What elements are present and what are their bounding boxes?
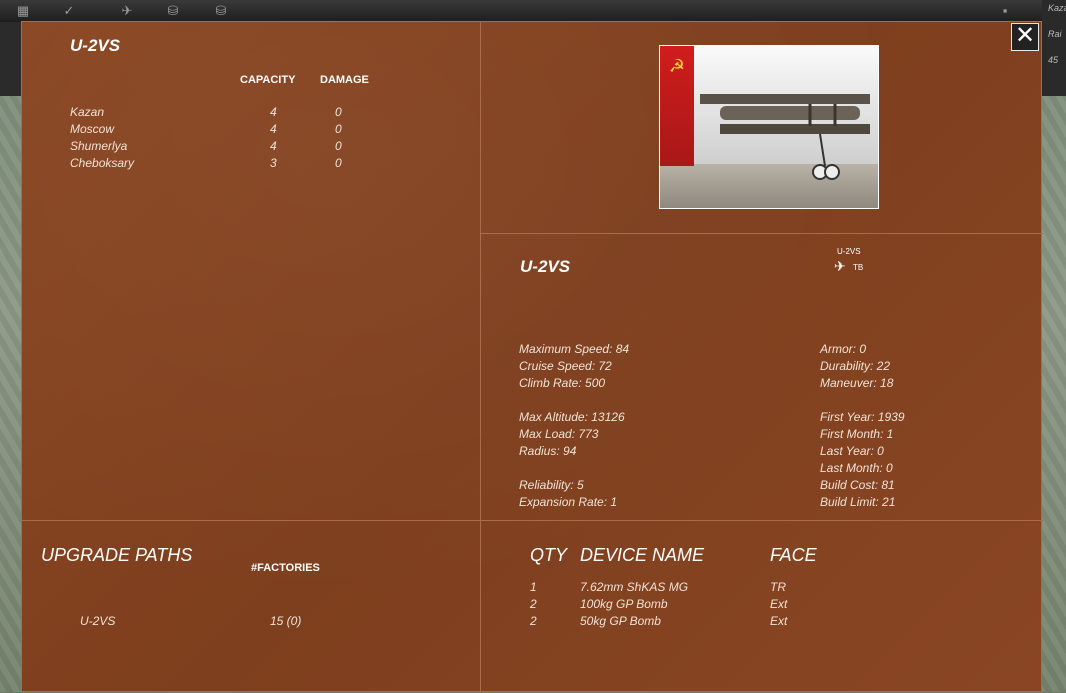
factory-damage: 0 xyxy=(335,122,342,136)
factory-capacity: 3 xyxy=(270,156,277,170)
stat-expansion-rate: Expansion Rate: 1 xyxy=(519,495,618,509)
stat-durability: Durability: 22 xyxy=(820,359,891,373)
stat-cruise-speed: Cruise Speed: 72 xyxy=(519,359,612,373)
stat-last-year: Last Year: 0 xyxy=(820,444,884,458)
device-qty: 1 xyxy=(530,580,537,594)
device-qty: 2 xyxy=(530,614,537,628)
qty-header: QTY xyxy=(530,545,568,565)
damage-header: DAMAGE xyxy=(320,74,369,86)
stat-last-month: Last Month: 0 xyxy=(820,461,893,475)
aircraft-photo: ☭ xyxy=(659,45,879,209)
checkmark-icon[interactable]: ✓ xyxy=(60,4,78,18)
right-info-strip: Kaza Rai 45 xyxy=(1042,0,1066,96)
factory-capacity: 4 xyxy=(270,122,277,136)
stats-panel-title: U-2VS xyxy=(520,257,571,276)
device-face: Ext xyxy=(770,597,788,611)
factory-name: Kazan xyxy=(70,105,105,119)
divider-vertical xyxy=(480,22,481,693)
plane-icon[interactable]: ✈ xyxy=(118,4,136,18)
device-face: Ext xyxy=(770,614,788,628)
device-name: 50kg GP Bomb xyxy=(580,614,661,628)
factory-name: Cheboksary xyxy=(70,156,135,170)
device-qty: 2 xyxy=(530,597,537,611)
stat-max-altitude: Max Altitude: 13126 xyxy=(519,410,625,424)
upgrade-path-factories: 15 (0) xyxy=(270,614,302,628)
device-name: 7.62mm ShKAS MG xyxy=(580,580,689,594)
factory-name: Shumerlya xyxy=(70,139,128,153)
factory-damage: 0 xyxy=(335,105,342,119)
stat-first-month: First Month: 1 xyxy=(820,427,894,441)
flag-icon[interactable]: ▪ xyxy=(996,4,1014,18)
stat-maneuver: Maneuver: 18 xyxy=(820,376,894,390)
divider-horizontal-bottom xyxy=(22,520,1043,521)
stat-climb-rate: Climb Rate: 500 xyxy=(519,376,606,390)
right-strip-text-2: Rai xyxy=(1048,29,1062,39)
top-toolbar: ▦ ✓ ✈ ⛁ ⛁ ▪ xyxy=(0,0,1066,22)
stat-first-year: First Year: 1939 xyxy=(820,410,905,424)
upgrade-paths-title: UPGRADE PATHS xyxy=(41,545,193,565)
factory-damage: 0 xyxy=(335,139,342,153)
factory-damage: 0 xyxy=(335,156,342,170)
factory-name: Moscow xyxy=(70,122,115,136)
disk-icon-2[interactable]: ⛁ xyxy=(212,4,230,18)
factory-capacity: 4 xyxy=(270,139,277,153)
soviet-flag-icon: ☭ xyxy=(660,46,694,166)
stat-build-cost: Build Cost: 81 xyxy=(820,478,895,492)
device-name: 100kg GP Bomb xyxy=(580,597,668,611)
stat-reliability: Reliability: 5 xyxy=(519,478,584,492)
grid-icon[interactable]: ▦ xyxy=(14,4,32,18)
disk-icon[interactable]: ⛁ xyxy=(164,4,182,18)
factory-panel-title: U-2VS xyxy=(70,36,121,55)
right-strip-text-3: 45 xyxy=(1048,55,1059,65)
stat-radius: Radius: 94 xyxy=(519,444,577,458)
badge-unit-type: TB xyxy=(853,263,864,272)
right-strip-text-1: Kaza xyxy=(1048,3,1066,13)
stat-max-load: Max Load: 773 xyxy=(519,427,599,441)
close-icon: ✕ xyxy=(1014,22,1036,49)
device-name-header: DEVICE NAME xyxy=(580,545,705,565)
divider-horizontal-right xyxy=(481,233,1043,234)
factory-capacity: 4 xyxy=(270,105,277,119)
factories-count-header: #FACTORIES xyxy=(251,562,320,574)
close-button[interactable]: ✕ xyxy=(1011,23,1039,51)
left-toolbar-strip xyxy=(0,22,22,96)
stat-max-speed: Maximum Speed: 84 xyxy=(519,342,630,356)
device-face: TR xyxy=(770,580,786,594)
face-header: FACE xyxy=(770,545,817,565)
aircraft-type-icon: ✈ xyxy=(834,258,846,274)
capacity-header: CAPACITY xyxy=(240,74,296,86)
stat-build-limit: Build Limit: 21 xyxy=(820,495,896,509)
badge-unit-name: U-2VS xyxy=(837,247,861,256)
upgrade-path-name[interactable]: U-2VS xyxy=(80,614,115,628)
stat-armor: Armor: 0 xyxy=(820,342,867,356)
